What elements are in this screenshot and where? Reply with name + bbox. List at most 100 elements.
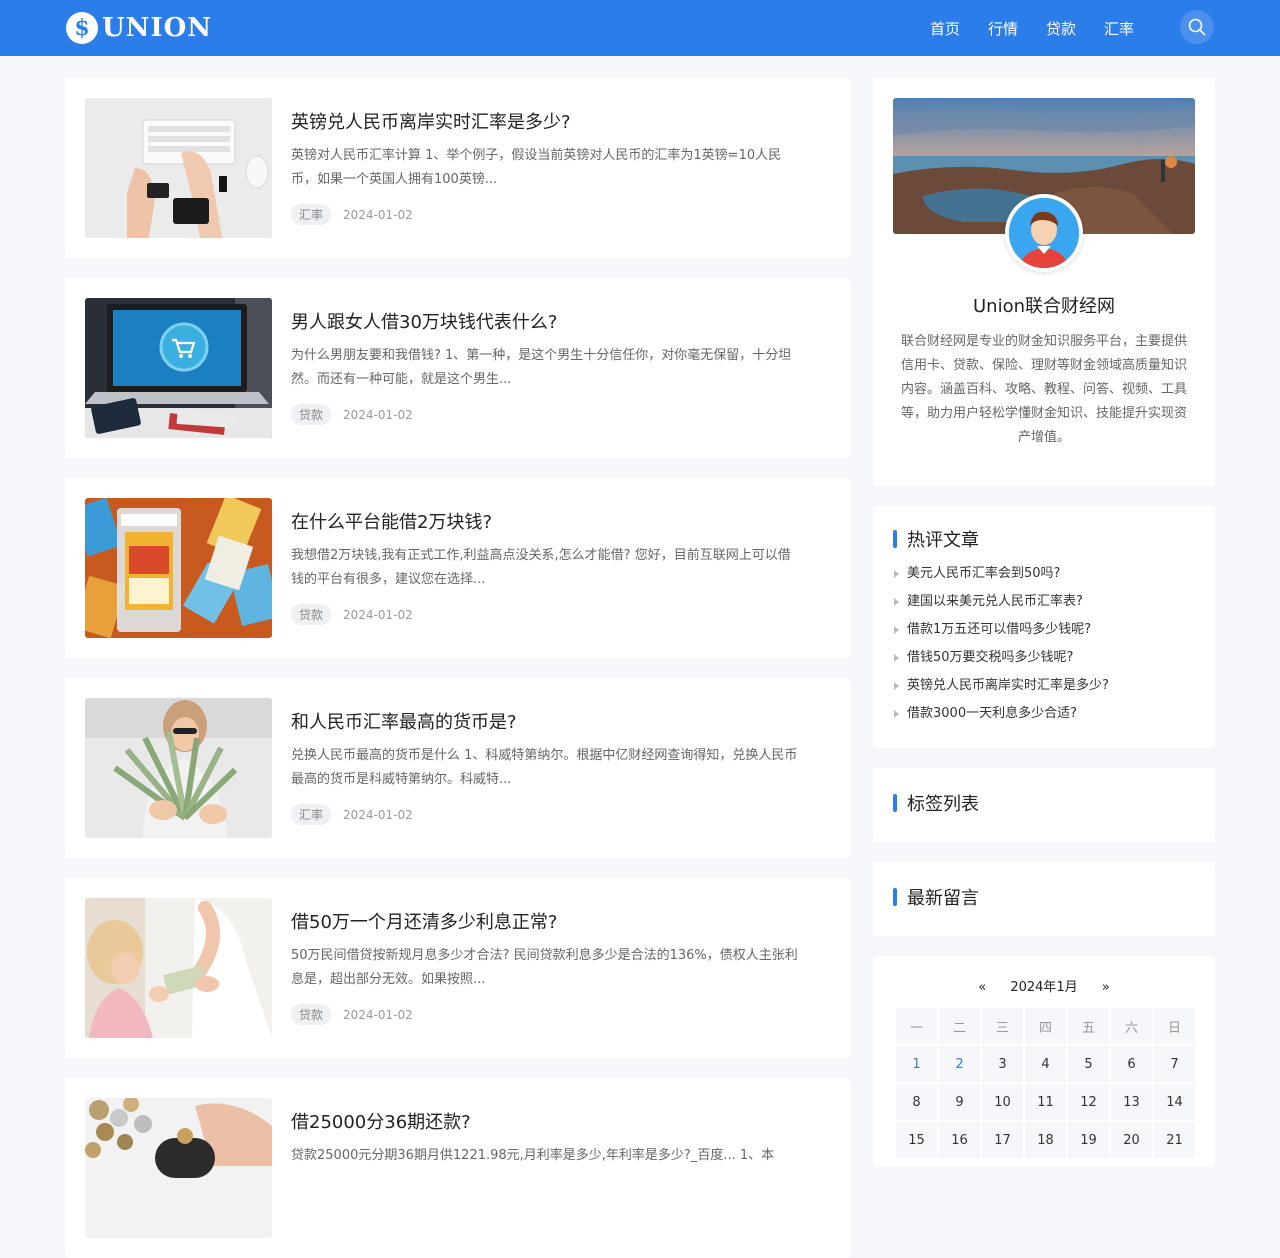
article-date: 2024-01-02 [343,207,413,222]
calendar-day: 8 [896,1084,937,1120]
calendar-day: 16 [939,1122,980,1158]
calendar-days: 1 2 3 4 5 6 7 8 9 10 11 12 13 14 15 16 17 18 19 20 21 [896,1046,1195,1158]
article-card[interactable]: 男人跟女人借30万块钱代表什么? 为什么男朋友要和我借钱? 1、第一种，是这个男… [65,278,851,458]
article-meta: 贷款 2024-01-02 [291,1004,413,1025]
widget-title: 标签列表 [893,790,979,816]
article-thumbnail[interactable] [85,898,272,1038]
search-button[interactable] [1180,10,1214,44]
hot-article-link[interactable]: 借款3000一天利息多少合适? [893,704,1109,732]
article-card[interactable]: 和人民币汇率最高的货币是? 兑换人民币最高的货币是什么 1、科威特第纳尔。根据中… [65,678,851,858]
calendar-day: 18 [1025,1122,1066,1158]
article-date: 2024-01-02 [343,407,413,422]
site-description: 联合财经网是专业的财金知识服务平台，主要提供信用卡、贷款、保险、理财等财金领域高… [901,334,1188,445]
article-thumbnail[interactable] [85,298,272,438]
article-title[interactable]: 英镑兑人民币离岸实时汇率是多少? [291,108,571,134]
article-date: 2024-01-02 [343,1007,413,1022]
hot-article-link[interactable]: 英镑兑人民币离岸实时汇率是多少? [893,676,1109,704]
article-title[interactable]: 和人民币汇率最高的货币是? [291,708,517,734]
nav-exchange-rate[interactable]: 汇率 [1104,18,1134,39]
article-excerpt: 贷款25000元分期36期月供1221.98元,月利率是多少,年利率是多少?_百… [291,1148,775,1163]
calendar-week-row: 8 9 10 11 12 13 14 [896,1084,1195,1120]
main-nav: 首页 行情 贷款 汇率 [902,0,1134,56]
calendar-header: « 2024年1月 » [873,976,1215,995]
calendar-day[interactable]: 1 [896,1046,937,1082]
article-meta: 汇率 2024-01-02 [291,804,413,825]
article-tag[interactable]: 贷款 [291,404,332,425]
article-thumbnail[interactable] [85,698,272,838]
article-date: 2024-01-02 [343,807,413,822]
comments-widget: 最新留言 [873,862,1215,936]
nav-loan[interactable]: 贷款 [1046,18,1076,39]
hot-article-link[interactable]: 美元人民币汇率会到50吗? [893,564,1109,592]
calendar-day: 12 [1068,1084,1109,1120]
hot-articles-widget: 热评文章 美元人民币汇率会到50吗? 建国以来美元兑人民币汇率表? 借款1万五还… [873,506,1215,748]
calendar-day: 7 [1154,1046,1195,1082]
hot-article-link[interactable]: 借款1万五还可以借吗多少钱呢? [893,620,1109,648]
hot-article-list: 美元人民币汇率会到50吗? 建国以来美元兑人民币汇率表? 借款1万五还可以借吗多… [893,564,1109,732]
article-excerpt: 50万民间借贷按新规月息多少才合法? 民间贷款利息多少是合法的136%，债权人主… [291,948,798,987]
nav-home[interactable]: 首页 [930,18,960,39]
calendar-day: 5 [1068,1046,1109,1082]
article-thumbnail[interactable] [85,498,272,638]
calendar-weekday: 日 [1154,1008,1195,1044]
calendar-day: 11 [1025,1084,1066,1120]
calendar-day: 3 [982,1046,1023,1082]
calendar-day: 17 [982,1122,1023,1158]
nav-market[interactable]: 行情 [988,18,1018,39]
search-icon [1188,18,1206,36]
site-name: Union联合财经网 [972,296,1115,317]
article-tag[interactable]: 汇率 [291,804,332,825]
article-card[interactable]: 借25000分36期还款? 贷款25000元分期36期月供1221.98元,月利… [65,1078,851,1258]
article-excerpt: 兑换人民币最高的货币是什么 1、科威特第纳尔。根据中亿财经网查询得知，兑换人民币… [291,748,798,787]
calendar-day: 4 [1025,1046,1066,1082]
calendar-prev-month[interactable]: « [978,980,986,995]
article-date: 2024-01-02 [343,607,413,622]
logo-text: UNION [102,13,213,43]
calendar-weekday: 五 [1068,1008,1109,1044]
calendar-day: 10 [982,1084,1023,1120]
article-thumbnail[interactable] [85,98,272,238]
calendar-day: 6 [1111,1046,1152,1082]
calendar-week-row: 15 16 17 18 19 20 21 [896,1122,1195,1158]
calendar-day: 9 [939,1084,980,1120]
dollar-coin-icon: $ [66,12,98,44]
calendar-weekday: 六 [1111,1008,1152,1044]
article-tag[interactable]: 汇率 [291,204,332,225]
avatar[interactable] [1005,194,1083,272]
calendar-day[interactable]: 2 [939,1046,980,1082]
article-tag[interactable]: 贷款 [291,1004,332,1025]
article-excerpt: 我想借2万块钱,我有正式工作,利益高点没关系,怎么才能借? 您好，目前互联网上可… [291,548,791,587]
hot-article-link[interactable]: 建国以来美元兑人民币汇率表? [893,592,1109,620]
calendar-weekday-row: 一二三四五六日 [896,1008,1195,1044]
article-card[interactable]: 英镑兑人民币离岸实时汇率是多少? 英镑对人民币汇率计算 1、举个例子，假设当前英… [65,78,851,258]
profile-card: Union联合财经网 联合财经网是专业的财金知识服务平台，主要提供信用卡、贷款、… [873,78,1215,486]
hot-article-link[interactable]: 借钱50万要交税吗多少钱呢? [893,648,1109,676]
calendar-day: 19 [1068,1122,1109,1158]
calendar-next-month[interactable]: » [1102,980,1110,995]
article-card[interactable]: 在什么平台能借2万块钱? 我想借2万块钱,我有正式工作,利益高点没关系,怎么才能… [65,478,851,658]
article-title[interactable]: 在什么平台能借2万块钱? [291,508,492,534]
tags-widget: 标签列表 [873,768,1215,842]
calendar-weekday: 四 [1025,1008,1066,1044]
calendar-month: 2024年1月 [1010,980,1078,995]
article-meta: 贷款 2024-01-02 [291,604,413,625]
article-card[interactable]: 借50万一个月还清多少利息正常? 50万民间借贷按新规月息多少才合法? 民间贷款… [65,878,851,1058]
article-title[interactable]: 借25000分36期还款? [291,1108,471,1134]
article-tag[interactable]: 贷款 [291,604,332,625]
site-logo[interactable]: $ UNION [66,12,212,44]
calendar-widget: « 2024年1月 » 一二三四五六日 1 2 3 4 5 6 7 8 9 10 11 12 13 14 1… [873,956,1215,1167]
article-excerpt: 为什么男朋友要和我借钱? 1、第一种，是这个男生十分信任你，对你毫无保留，十分坦… [291,348,792,387]
user-avatar-icon [1009,198,1079,268]
calendar-day: 15 [896,1122,937,1158]
article-title[interactable]: 男人跟女人借30万块钱代表什么? [291,308,557,334]
calendar-weekday: 二 [939,1008,980,1044]
calendar-day: 14 [1154,1084,1195,1120]
calendar-grid: 一二三四五六日 1 2 3 4 5 6 7 8 9 10 11 12 13 14 15 16 17 18 19 20 2… [894,1006,1197,1160]
widget-title: 热评文章 [893,526,979,552]
calendar-weekday: 一 [896,1008,937,1044]
article-meta: 汇率 2024-01-02 [291,204,413,225]
calendar-day: 13 [1111,1084,1152,1120]
article-thumbnail[interactable] [85,1098,272,1238]
widget-title: 最新留言 [893,884,979,910]
article-title[interactable]: 借50万一个月还清多少利息正常? [291,908,557,934]
